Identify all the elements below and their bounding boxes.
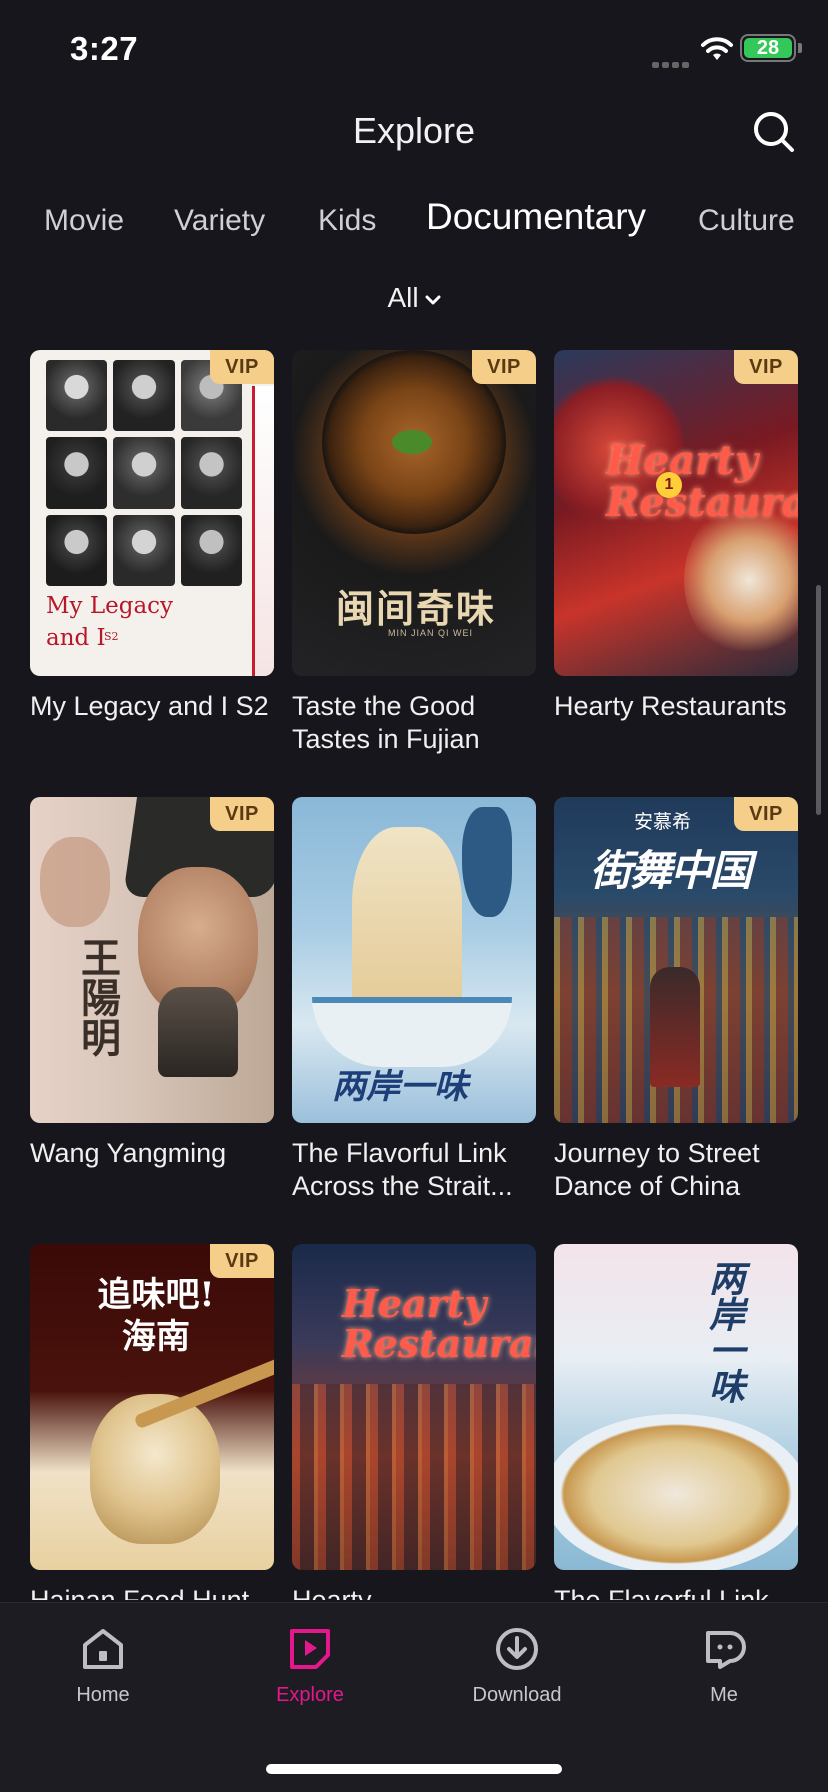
scrollbar[interactable] (816, 585, 821, 815)
tab-movie[interactable]: Movie (44, 204, 124, 238)
poster-image: 闽间奇味 MIN JIAN QI WEI (292, 350, 536, 676)
tab-variety[interactable]: Variety (174, 204, 265, 238)
poster-image: 王陽明 (30, 797, 274, 1123)
poster-image: 两岸一味 (292, 797, 536, 1123)
cellular-signal-icon (652, 55, 692, 68)
poster-bowl (312, 997, 512, 1067)
wifi-icon (701, 37, 733, 60)
tab-culture[interactable]: Culture (698, 204, 795, 238)
poster-street (292, 1384, 536, 1570)
card-title: My Legacy and I S2 (30, 691, 269, 721)
home-icon (83, 1629, 123, 1669)
poster-image: 安慕希 街舞中国 (554, 797, 798, 1123)
poster-title: 王陽明 (74, 937, 121, 1057)
vip-badge: VIP (472, 350, 536, 384)
card-title: Journey to Street Dance of China (554, 1138, 760, 1201)
content-grid: My Legacy and I S2 VIP My Legacy and I S… (30, 350, 800, 1600)
tabbar-label: Me (710, 1684, 738, 1706)
card-title: Hearty Restaurants (554, 691, 787, 721)
poster-island (462, 807, 512, 917)
explore-icon (290, 1629, 330, 1669)
poster-season-badge: 1 (656, 472, 682, 498)
content-card[interactable]: Hearty Restaurant 1 VIP Hearty Restauran… (554, 350, 798, 723)
content-card[interactable]: 王陽明 VIP Wang Yangming (30, 797, 274, 1170)
tabbar-explore[interactable]: Explore (240, 1625, 380, 1707)
content-card[interactable]: 安慕希 街舞中国 VIP Journey to Street Dance of … (554, 797, 798, 1203)
page-title: Explore (352, 110, 476, 151)
poster-brand: 安慕希 (634, 811, 692, 833)
content-card[interactable]: 两岸一味 The Flavorful Link Across the Strai… (292, 797, 536, 1203)
vip-badge: VIP (210, 797, 274, 831)
poster-title: My Legacy and I (46, 593, 174, 651)
poster-image: Hearty Restaurant (292, 1244, 536, 1570)
card-title: Taste the Good Tastes in Fujian (292, 691, 480, 754)
poster-subtitle: MIN JIAN QI WEI (388, 628, 474, 638)
poster-side-face (40, 837, 110, 927)
vip-badge: VIP (210, 350, 274, 384)
status-time: 3:27 (70, 30, 139, 67)
tabbar-download[interactable]: Download (447, 1625, 587, 1707)
home-indicator[interactable] (266, 1764, 562, 1774)
poster-herb (392, 430, 432, 454)
content-card[interactable]: 闽间奇味 MIN JIAN QI WEI VIP Taste the Good … (292, 350, 536, 756)
battery-level: 28 (744, 38, 792, 58)
poster-title: 两岸一味 (703, 1260, 745, 1404)
poster-beard (158, 987, 238, 1077)
card-title: Wang Yangming (30, 1138, 227, 1168)
poster-image: Hearty Restaurant 1 (554, 350, 798, 676)
tabbar-label: Explore (276, 1684, 344, 1706)
poster-title: 闽间奇味 (336, 586, 497, 631)
poster-noodles (352, 827, 462, 1017)
poster-title: Hearty Restaurant (342, 1281, 536, 1366)
poster-title: 两岸一味 (332, 1067, 468, 1107)
vip-badge: VIP (734, 350, 798, 384)
poster-figure (650, 967, 700, 1087)
card-title: Hainan Food Hunt (30, 1585, 250, 1600)
chevron-down-icon (425, 295, 441, 305)
tabbar-label: Download (472, 1684, 562, 1706)
poster-title: 街舞中国 (590, 846, 752, 895)
card-title: The Flavorful Link (554, 1585, 769, 1600)
card-title: The Flavorful Link Across the Strait... (292, 1138, 513, 1201)
tabbar-me[interactable]: Me (654, 1625, 794, 1707)
me-icon (706, 1631, 746, 1669)
download-icon (496, 1628, 538, 1670)
poster-platter (554, 1414, 798, 1570)
content-card[interactable]: Hearty Restaurant Hearty (292, 1244, 536, 1600)
category-tabs: Movie Variety Kids Documentary Culture (0, 196, 828, 246)
poster-image: My Legacy and I S2 (30, 350, 274, 676)
poster-title: 追味吧!海南 (97, 1275, 215, 1357)
tabbar-home[interactable]: Home (33, 1625, 173, 1707)
battery-nub (798, 43, 802, 53)
content-card[interactable]: My Legacy and I S2 VIP My Legacy and I S… (30, 350, 274, 723)
poster-side-stripe (252, 386, 274, 676)
card-title: Hearty (292, 1585, 372, 1600)
search-icon[interactable] (752, 110, 796, 154)
poster-season: S2 (104, 630, 119, 643)
tab-documentary[interactable]: Documentary (426, 196, 646, 238)
poster-faces (46, 360, 242, 586)
battery-icon: 28 (740, 34, 796, 62)
poster-image: 两岸一味 (554, 1244, 798, 1570)
tabbar-label: Home (76, 1684, 130, 1706)
vip-badge: VIP (734, 797, 798, 831)
content-card[interactable]: 两岸一味 The Flavorful Link (554, 1244, 798, 1600)
content-card[interactable]: 追味吧!海南 VIP Hainan Food Hunt (30, 1244, 274, 1600)
tab-kids[interactable]: Kids (318, 204, 376, 238)
filter-label: All (387, 282, 419, 313)
vip-badge: VIP (210, 1244, 274, 1278)
filter-dropdown[interactable]: All (0, 282, 828, 314)
status-bar: 3:27 28 (0, 0, 828, 100)
poster-image: 追味吧!海南 (30, 1244, 274, 1570)
